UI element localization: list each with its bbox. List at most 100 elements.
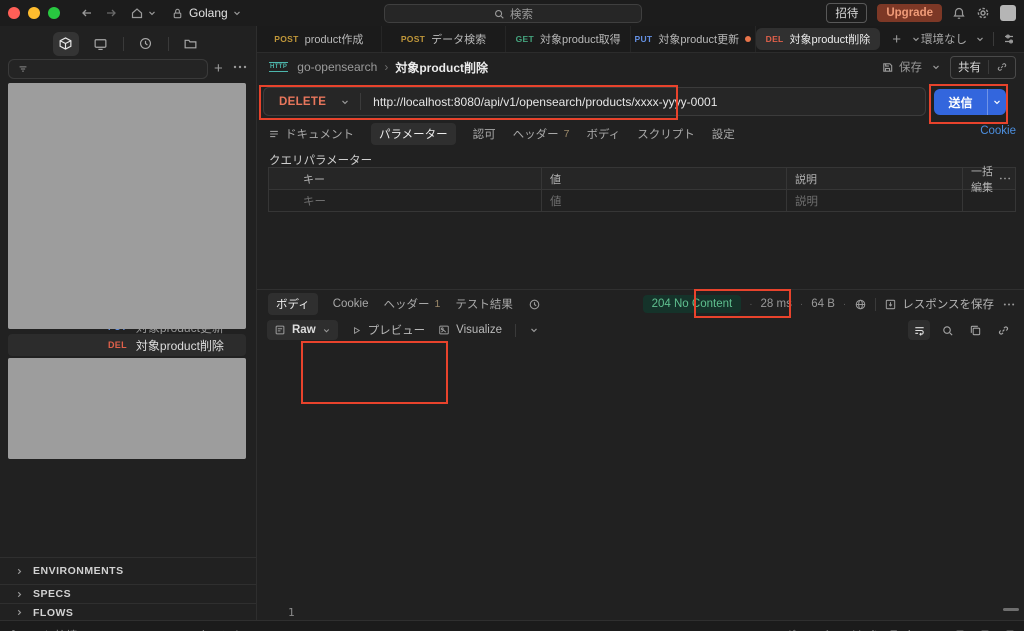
avatar[interactable]	[1000, 5, 1016, 21]
copy-body-icon[interactable]	[964, 320, 986, 340]
scrollbar-thumb[interactable]	[1003, 608, 1019, 611]
response-size[interactable]: 64 B	[811, 298, 835, 310]
status-badge[interactable]: 204 No Content	[642, 295, 742, 313]
save-chevron-down-icon[interactable]	[931, 62, 941, 72]
new-tab-button[interactable]: +	[892, 31, 901, 48]
key-input[interactable]: キー	[269, 190, 542, 211]
titlebar-right: 招待 Upgrade	[826, 3, 1016, 23]
breadcrumb-collection[interactable]: go-opensearch	[297, 60, 377, 74]
terminal-button[interactable]: ターミナル	[181, 627, 253, 631]
save-button[interactable]: 保存	[881, 59, 922, 75]
sidebar-more-actions-icon[interactable]	[233, 64, 247, 70]
column-key: キー	[269, 168, 542, 189]
sidebar-filter-input[interactable]	[8, 59, 208, 79]
minimize-window-button[interactable]	[28, 7, 40, 19]
breadcrumb-request-name[interactable]: 対象product削除	[395, 59, 488, 76]
console-label: コンソール	[110, 627, 165, 631]
tab-body[interactable]: ボディ	[587, 126, 621, 142]
tab-product-create[interactable]: POST product作成	[257, 26, 382, 52]
tab-settings[interactable]: 設定	[712, 126, 735, 142]
method-label: POST	[400, 34, 426, 44]
play-icon	[351, 325, 362, 336]
upgrade-button[interactable]: Upgrade	[877, 4, 942, 22]
save-response-button[interactable]: レスポンスを保存	[884, 296, 994, 312]
method-selector[interactable]: DELETE	[264, 96, 360, 108]
close-window-button[interactable]	[8, 7, 20, 19]
agent-selector[interactable]: グローバル	[785, 627, 840, 631]
environment-chevron-down-icon[interactable]	[975, 34, 985, 44]
response-tab-body[interactable]: ボディ	[268, 293, 318, 315]
link-body-icon[interactable]	[992, 320, 1014, 340]
preview-button[interactable]: プレビュー	[351, 322, 425, 338]
response-more-actions-icon[interactable]	[1002, 302, 1016, 307]
tab-documentation[interactable]: ドキュメント	[268, 126, 354, 142]
save-label: 保存	[899, 62, 922, 74]
wrap-text-icon[interactable]	[908, 320, 930, 340]
send-options-chevron-icon[interactable]	[987, 89, 1006, 115]
view-mode-selector[interactable]: Raw	[267, 320, 338, 340]
url-input[interactable]: http://localhost:8080/api/v1/opensearch/…	[360, 93, 717, 110]
sidebar-add-button[interactable]: +	[214, 60, 223, 77]
description-input[interactable]: 説明	[787, 190, 963, 211]
table-row: キー 値 説明	[269, 190, 1015, 211]
tab-product-get[interactable]: GET 対象product取得	[506, 26, 631, 52]
method-label: DEL	[765, 34, 784, 44]
zoom-window-button[interactable]	[48, 7, 60, 19]
tab-scripts[interactable]: スクリプト	[637, 126, 695, 142]
response-tab-cookies[interactable]: Cookie	[333, 298, 369, 310]
back-icon[interactable]	[80, 6, 94, 20]
connect-git-label: Git に接続	[27, 627, 77, 631]
statusbar-right: グローバル Vault Tools	[785, 627, 1016, 631]
home-icon[interactable]	[130, 6, 144, 20]
visualize-button[interactable]: Visualize	[438, 324, 502, 336]
send-button[interactable]: 送信	[934, 94, 987, 111]
tab-product-delete[interactable]: DEL 対象product削除	[755, 28, 881, 50]
tab-authorization[interactable]: 認可	[473, 126, 496, 142]
response-tab-headers[interactable]: ヘッダー 1	[384, 296, 441, 312]
sidebar-section-flows[interactable]: FLOWS	[0, 603, 256, 621]
folder-icon[interactable]	[178, 32, 204, 56]
tab-params[interactable]: パラメーター	[371, 122, 456, 145]
search-in-body-icon[interactable]	[936, 320, 958, 340]
forward-icon[interactable]	[104, 6, 118, 20]
history-icon[interactable]	[133, 32, 159, 56]
notifications-bell-icon[interactable]	[952, 6, 966, 20]
workspace-name[interactable]: Golang	[189, 6, 228, 20]
unsaved-dot	[745, 36, 752, 42]
share-button[interactable]: 共有	[958, 59, 981, 75]
table-more-actions-icon[interactable]	[999, 176, 1011, 181]
tab-product-update[interactable]: PUT 対象product更新	[631, 26, 756, 52]
environment-quick-look-icon[interactable]	[1002, 32, 1016, 46]
sidebar-item-delete[interactable]: DEL 対象product削除	[8, 334, 246, 356]
value-input[interactable]: 値	[542, 190, 787, 211]
connect-git-button[interactable]: Git に接続	[10, 627, 77, 631]
chevron-right-icon	[15, 590, 24, 599]
sidebar-section-specs[interactable]: SPECS	[0, 584, 256, 603]
workspace-chevron-down-icon[interactable]	[232, 8, 242, 18]
collections-icon[interactable]	[52, 31, 79, 56]
invite-button[interactable]: 招待	[826, 3, 868, 23]
tab-headers[interactable]: ヘッダー 7	[513, 126, 570, 142]
tab-data-search[interactable]: POST データ検索	[382, 26, 507, 52]
tab-label: product作成	[304, 34, 364, 46]
copy-link-icon[interactable]	[996, 61, 1008, 73]
view-mode-label: Raw	[292, 324, 316, 336]
console-button[interactable]: コンソール	[93, 627, 165, 631]
sidebar-icon-divider	[167, 36, 169, 51]
response-history-icon[interactable]	[528, 298, 541, 311]
visualize-icon	[438, 324, 450, 336]
tab-actions: +	[880, 26, 921, 52]
sidebar-icon-row	[0, 30, 256, 57]
tab-label: ヘッダー	[512, 128, 559, 141]
view-options-chevron-icon[interactable]	[529, 325, 539, 335]
home-chevron-down-icon[interactable]	[147, 8, 157, 18]
globe-icon[interactable]	[854, 298, 867, 311]
environment-selector[interactable]: 環境なし	[921, 31, 967, 47]
response-time[interactable]: 28 ms	[761, 298, 792, 310]
tabs-chevron-down-icon[interactable]	[911, 34, 921, 44]
apis-icon[interactable]	[88, 32, 114, 56]
settings-gear-icon[interactable]	[976, 6, 990, 20]
search-input[interactable]: 検索	[384, 4, 642, 23]
sidebar-section-environments[interactable]: ENVIRONMENTS	[0, 557, 256, 584]
response-tab-tests[interactable]: テスト結果	[455, 296, 513, 312]
